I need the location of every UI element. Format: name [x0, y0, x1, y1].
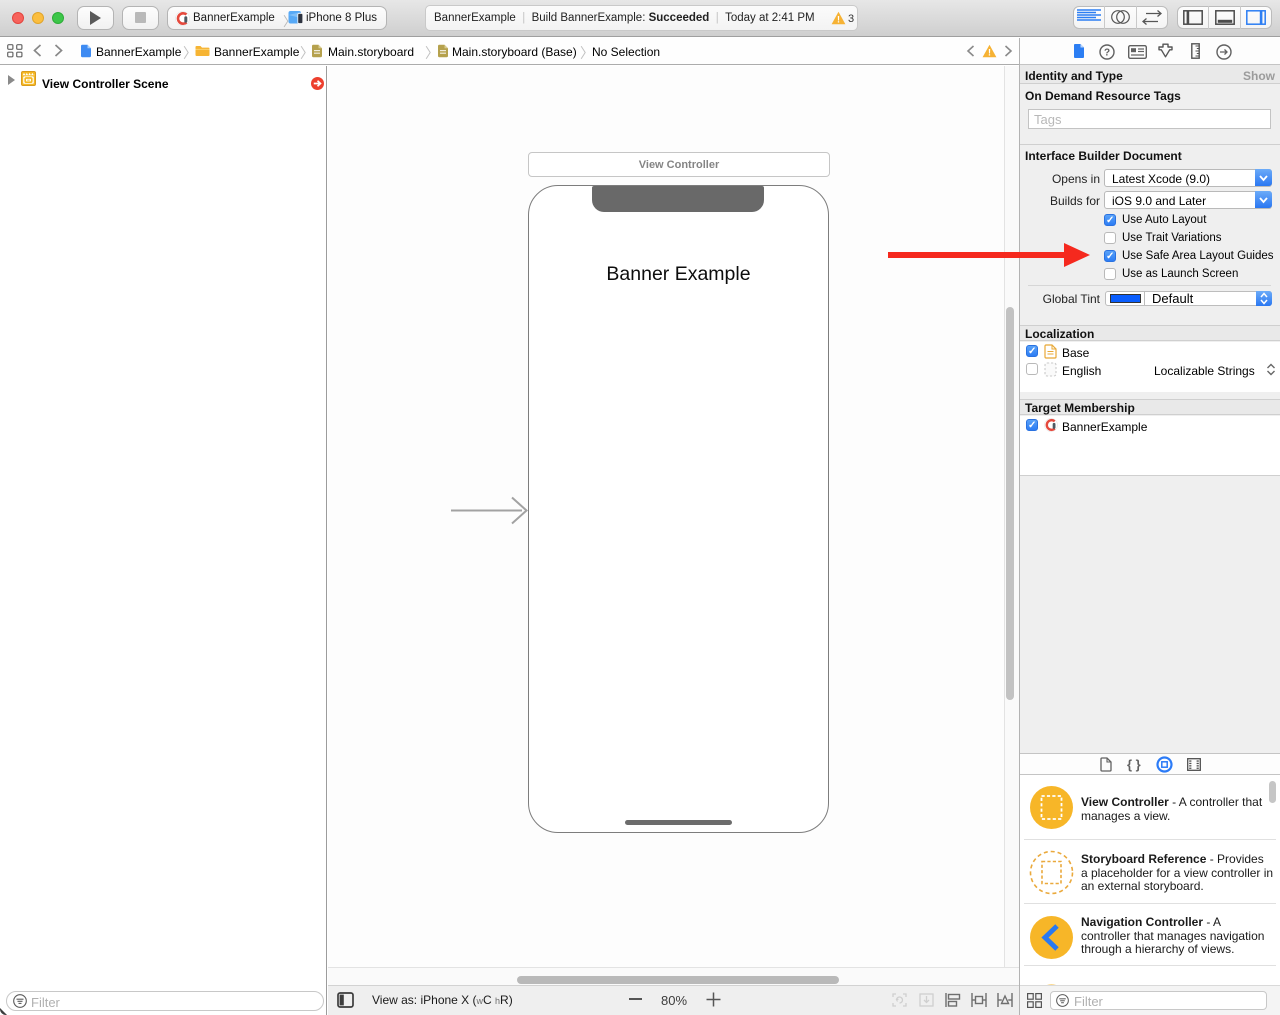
svg-text:!: !: [988, 48, 991, 58]
svg-text:?: ?: [1104, 48, 1110, 59]
svg-text:!: !: [837, 15, 840, 25]
